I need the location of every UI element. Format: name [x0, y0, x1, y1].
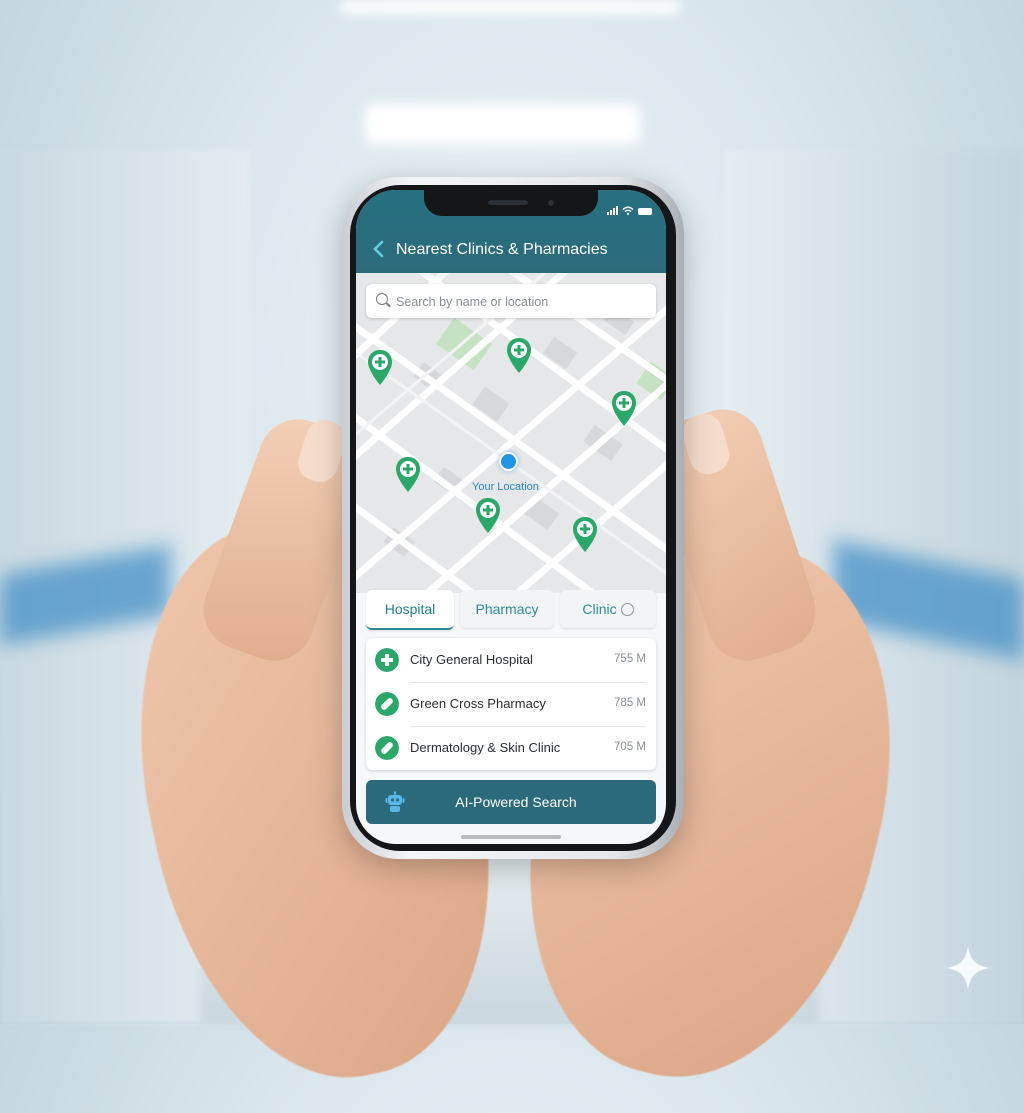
phone-screen: Nearest Clinics & Pharmacies Your Locati… — [356, 190, 666, 844]
map-pin-icon[interactable] — [572, 516, 598, 554]
signal-icon — [607, 206, 618, 215]
search-input[interactable] — [394, 284, 648, 320]
current-location-dot — [499, 452, 518, 471]
result-distance: 785 M — [614, 697, 646, 709]
your-location-label: Your Location — [472, 481, 539, 493]
map-pin-icon[interactable] — [367, 349, 393, 387]
speaker — [488, 200, 528, 205]
map-pin-icon[interactable] — [611, 390, 637, 428]
tab-pharmacy[interactable]: Pharmacy — [460, 590, 554, 628]
ai-search-label: AI-Powered Search — [455, 794, 577, 810]
map-pin-icon[interactable] — [475, 497, 501, 535]
wifi-icon — [622, 206, 634, 215]
tab-clinic[interactable]: Clinic — [560, 590, 656, 628]
back-chevron-icon[interactable] — [372, 240, 384, 262]
map-streets — [356, 273, 666, 593]
map-pin-icon[interactable] — [506, 337, 532, 375]
tab-hospital[interactable]: Hospital — [366, 590, 454, 630]
result-name: Green Cross Pharmacy — [410, 696, 546, 711]
list-item[interactable]: Green Cross Pharmacy 785 M — [366, 682, 656, 726]
home-indicator[interactable] — [461, 835, 561, 839]
sparkle-icon — [946, 946, 990, 990]
medical-cross-icon — [375, 648, 399, 672]
notch — [424, 190, 598, 216]
result-name: Dermatology & Skin Clinic — [410, 740, 561, 755]
list-item[interactable]: City General Hospital 755 M — [366, 638, 656, 682]
front-camera — [548, 200, 554, 206]
result-distance: 705 M — [614, 741, 646, 753]
pill-icon — [375, 692, 399, 716]
map-view[interactable]: Your Location — [356, 273, 666, 593]
result-distance: 755 M — [614, 653, 646, 665]
tab-clinic-label: Clinic — [582, 601, 617, 617]
battery-icon — [638, 208, 652, 215]
map-pin-icon[interactable] — [395, 456, 421, 494]
ai-search-button[interactable]: AI-Powered Search — [366, 780, 656, 824]
search-bar[interactable] — [366, 284, 656, 320]
page-title: Nearest Clinics & Pharmacies — [396, 241, 608, 258]
ceiling-light — [340, 0, 680, 14]
search-icon — [376, 293, 388, 305]
ceiling-light — [365, 104, 640, 144]
status-bar — [607, 206, 652, 215]
pill-icon — [375, 736, 399, 760]
category-tabs: Hospital Pharmacy Clinic — [366, 590, 656, 630]
list-item[interactable]: Dermatology & Skin Clinic 705 M — [366, 726, 656, 770]
results-list: City General Hospital 755 M Green Cross … — [366, 638, 656, 770]
more-circle-icon — [620, 602, 634, 616]
result-name: City General Hospital — [410, 652, 533, 667]
